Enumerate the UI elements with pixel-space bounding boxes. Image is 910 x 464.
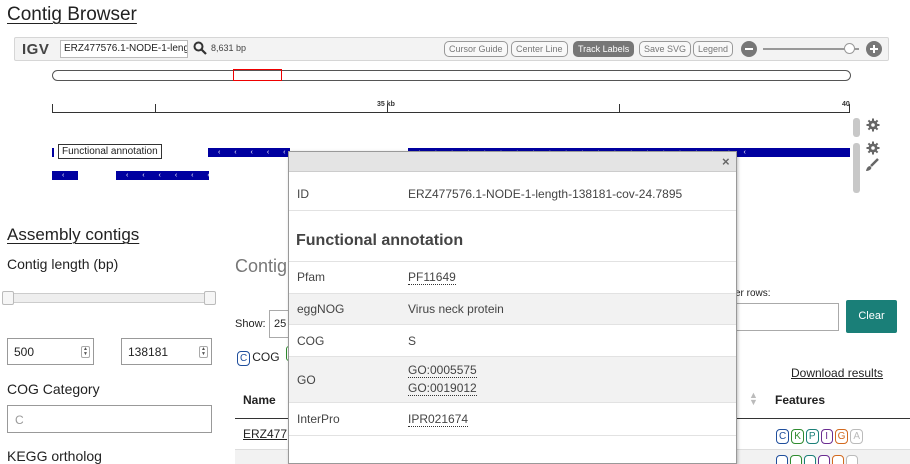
ideogram-current-region [233,69,282,81]
popup-value: S [408,334,417,348]
ruler-label: 35 kb [377,101,395,108]
ideogram[interactable] [52,70,851,81]
legend-button[interactable]: Legend [693,41,734,57]
stepper-icon[interactable]: ▲ ▼ [199,346,208,358]
feature-tag [776,455,788,464]
ruler [52,112,849,113]
feature-tag: G [834,429,849,444]
feature-tag [832,455,844,464]
popup-key: InterPro [297,412,340,426]
max-length-value: 138181 [128,345,169,359]
popup-key: Pfam [297,270,326,284]
cog-category-input[interactable]: C [7,405,212,433]
ruler-tick [619,104,620,113]
close-icon[interactable]: × [722,154,730,169]
popup-row: GO GO:0005575 GO:0019012 [289,356,736,402]
popup-key: ID [297,187,309,201]
column-header-features[interactable]: Features [775,393,825,407]
feature-tags: CKPIGA [776,426,865,444]
feature-bar[interactable] [52,148,54,157]
feature-tags [776,455,860,464]
feature-tag [804,455,816,464]
feature-tag [846,455,858,464]
feature-bar[interactable]: ‹ ‹ ‹ ‹ ‹ ‹ ‹ ‹ ‹ ‹ ‹ ‹ ‹ ‹ ‹ ‹ ‹ ‹ ‹ ‹ … [116,171,209,180]
gear-icon[interactable] [866,141,880,155]
feature-tag: I [820,429,833,444]
popup-key: GO [297,373,316,387]
kegg-ortholog-label: KEGG ortholog [7,448,102,464]
feature-tag: A [850,429,864,444]
contig-length-label: Contig length (bp) [7,256,119,272]
feature-tag: K [791,429,804,444]
popup-value-link[interactable]: PF11649 [408,270,456,285]
popup-section-title: Functional annotation [296,232,464,249]
search-icon[interactable] [193,41,207,55]
popup-header[interactable]: × [289,152,736,172]
locus-size: 8,631 bp [211,43,247,53]
feature-popup: × ID ERZ477576.1-NODE-1-length-138181-co… [288,151,737,464]
track-scrollbar[interactable] [853,118,860,137]
clear-button[interactable]: Clear [846,300,897,333]
min-length-input[interactable]: 500 ▲ ▼ [7,338,94,365]
popup-value-link[interactable]: GO:0019012 [408,381,477,396]
contig-length-slider[interactable] [7,293,210,303]
stepper-icon[interactable]: ▲ ▼ [81,346,90,358]
cog-tag-letter: C [237,351,251,366]
zoom-out-icon[interactable] [741,41,757,57]
popup-value: Virus neck protein [408,302,504,316]
assembly-contigs-heading: Assembly contigs [7,225,140,244]
popup-value: ERZ477576.1-NODE-1-length-138181-cov-24.… [408,187,683,201]
cog-category-label: COG Category [7,381,100,397]
cog-legend: C COG [237,346,294,366]
show-label: Show: [235,318,266,330]
min-length-value: 500 [14,345,35,359]
brush-icon[interactable] [865,158,879,172]
cursor-guide-button[interactable]: Cursor Guide [444,41,508,57]
feature-bar[interactable]: ‹ ‹ ‹ ‹ ‹ ‹ ‹ ‹ ‹ ‹ ‹ ‹ ‹ ‹ ‹ ‹ ‹ ‹ ‹ ‹ … [208,148,290,157]
save-svg-button[interactable]: Save SVG [639,41,692,57]
zoom-in-icon[interactable] [866,41,882,57]
max-length-input[interactable]: 138181 ▲ ▼ [121,338,212,365]
popup-row-id: ID ERZ477576.1-NODE-1-length-138181-cov-… [289,180,736,211]
gear-icon[interactable] [866,118,880,132]
ruler-label: 40 [842,101,850,108]
feature-bar[interactable]: ‹ ‹ ‹ ‹ ‹ ‹ ‹ ‹ ‹ ‹ ‹ ‹ ‹ ‹ ‹ ‹ ‹ ‹ ‹ ‹ … [52,171,78,180]
filter-rows-label: er rows: [735,288,771,299]
feature-tag [818,455,830,464]
center-line-button[interactable]: Center Line [511,41,568,57]
locus-search-input[interactable]: ERZ477576.1-NODE-1-length [60,40,188,58]
filter-rows-input[interactable] [733,303,839,331]
feature-tag: C [776,429,790,444]
popup-row: eggNOG Virus neck protein [289,293,736,324]
contig-name-link[interactable]: ERZ477 [243,427,287,441]
track-scrollbar[interactable] [853,143,860,193]
popup-key: COG [297,334,325,348]
igv-logo: IGV [22,41,50,58]
contigs-table-title: Contig [235,256,288,276]
slider-min-handle[interactable] [2,291,14,305]
cog-tag-label: COG [252,350,280,364]
feature-tag [790,455,802,464]
slider-max-handle[interactable] [204,291,216,305]
track-label: Functional annotation [58,144,162,159]
ruler-tick [52,104,53,113]
zoom-slider-thumb[interactable] [844,43,855,54]
popup-row: Pfam PF11649 [289,261,736,293]
column-header-name[interactable]: Name [243,393,276,407]
popup-row: COG S [289,324,736,356]
popup-value-link[interactable]: IPR021674 [408,412,469,427]
download-results-link[interactable]: Download results [791,366,883,380]
feature-tag: P [805,429,819,444]
popup-value-link[interactable]: GO:0005575 [408,363,477,378]
popup-key: eggNOG [297,302,345,316]
page-title: Contig Browser [7,4,137,25]
ruler-tick [155,104,156,113]
sort-icon[interactable]: ▲ ▼ [749,391,758,407]
track-labels-button[interactable]: Track Labels [573,41,635,57]
igv-toolbar: IGV ERZ477576.1-NODE-1-length 8,631 bp C… [14,37,889,61]
popup-row: InterPro IPR021674 [289,402,736,436]
